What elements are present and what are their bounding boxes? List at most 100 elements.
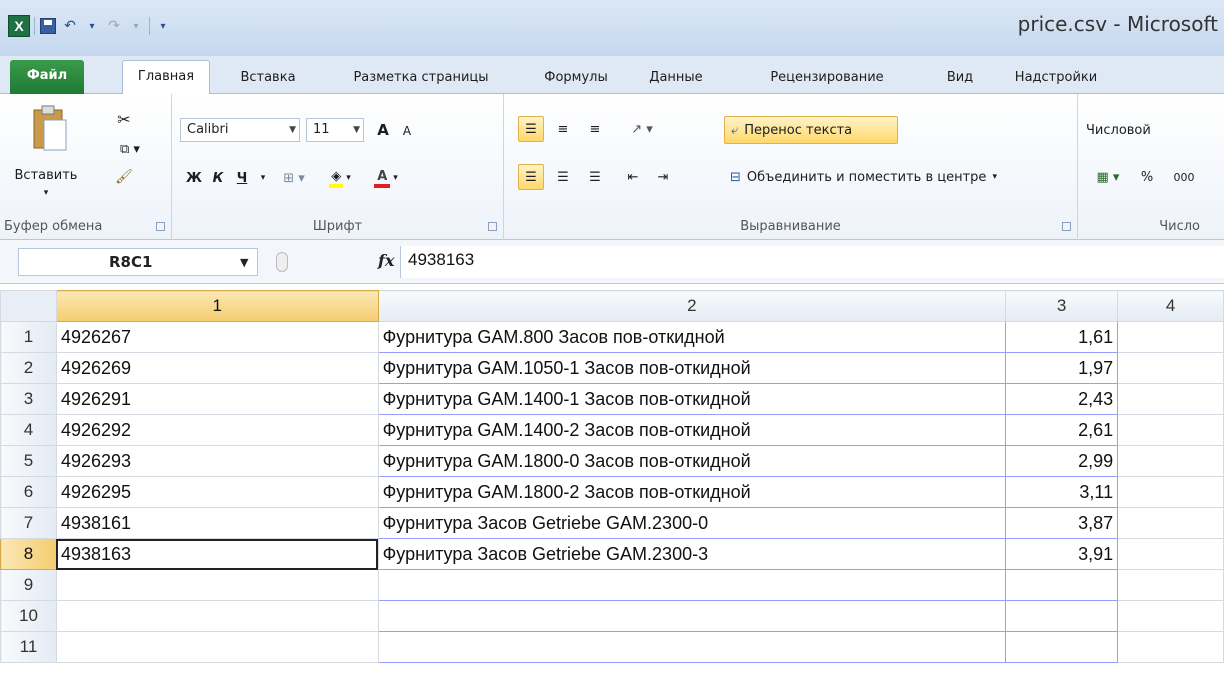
fill-color-button[interactable]: ◈ ▾ [320, 166, 360, 190]
cell-col-2[interactable] [377, 631, 1007, 663]
formula-bar-handle[interactable] [276, 252, 288, 272]
underline-button[interactable]: Ч [232, 166, 252, 190]
formula-input[interactable] [400, 246, 1224, 278]
customize-qat-icon[interactable]: ▾ [154, 15, 172, 37]
number-format-select[interactable]: Числовой [1086, 118, 1222, 142]
cell-col-1[interactable]: 4926293 [55, 445, 379, 477]
cell-col-1[interactable]: 4926291 [55, 383, 379, 415]
name-box[interactable]: R8C1 [18, 248, 258, 276]
cell-col-1[interactable]: 4938161 [55, 507, 379, 539]
cell-col-1[interactable] [55, 631, 379, 663]
italic-button[interactable]: К [208, 166, 228, 190]
excel-icon[interactable]: X [8, 15, 30, 37]
increase-indent-icon[interactable]: ⇥ [650, 164, 676, 190]
name-box-dropdown-icon[interactable]: ▼ [240, 256, 248, 269]
decrease-indent-icon[interactable]: ⇤ [620, 164, 646, 190]
copy-icon[interactable]: ⧉ ▾ [112, 138, 148, 160]
cell-col-2[interactable] [377, 600, 1007, 632]
cell-col-3[interactable]: 2,99 [1005, 445, 1119, 477]
tab-view[interactable]: Вид [934, 64, 986, 94]
paste-button[interactable]: Вставить [6, 168, 86, 183]
row-header[interactable]: 8 [0, 538, 57, 570]
cell-col-3[interactable] [1005, 600, 1119, 632]
cell-col-2[interactable]: Фурнитура GAM.800 Засов пов-откидной [377, 321, 1007, 353]
cell-col-3[interactable]: 1,61 [1005, 321, 1119, 353]
cell-col-4[interactable] [1117, 507, 1224, 539]
cell-col-3[interactable]: 2,43 [1005, 383, 1119, 415]
thousands-button[interactable]: 000 [1166, 164, 1202, 190]
cell-col-2[interactable]: Фурнитура GAM.1400-2 Засов пов-откидной [377, 414, 1007, 446]
cell-col-4[interactable] [1117, 600, 1224, 632]
cell-col-1[interactable]: 4926267 [55, 321, 379, 353]
cell-col-2[interactable]: Фурнитура Засов Getriebe GAM.2300-0 [377, 507, 1007, 539]
row-header[interactable]: 9 [0, 569, 57, 601]
select-all-corner[interactable] [0, 290, 57, 322]
cell-col-3[interactable]: 3,91 [1005, 538, 1119, 570]
borders-icon[interactable]: ⊞ ▾ [276, 166, 312, 190]
row-header[interactable]: 6 [0, 476, 57, 508]
cell-col-4[interactable] [1117, 383, 1224, 415]
cell-col-2[interactable]: Фурнитура GAM.1800-2 Засов пов-откидной [377, 476, 1007, 508]
tab-review[interactable]: Рецензирование [752, 64, 902, 94]
column-header[interactable]: 3 [1005, 290, 1119, 322]
clipboard-launcher-icon[interactable] [156, 222, 165, 231]
cell-col-3[interactable] [1005, 569, 1119, 601]
alignment-launcher-icon[interactable] [1062, 222, 1071, 231]
cell-col-3[interactable]: 3,87 [1005, 507, 1119, 539]
cell-col-4[interactable] [1117, 414, 1224, 446]
align-left-icon[interactable]: ☰ [518, 164, 544, 190]
tab-data[interactable]: Данные [636, 64, 716, 94]
redo-dropdown-icon[interactable]: ▾ [127, 15, 145, 37]
row-header[interactable]: 3 [0, 383, 57, 415]
row-header[interactable]: 7 [0, 507, 57, 539]
tab-formulas[interactable]: Формулы [530, 64, 622, 94]
cell-col-1[interactable] [55, 569, 379, 601]
paste-dropdown-icon[interactable]: ▾ [36, 188, 56, 198]
grow-font-button[interactable]: A [372, 118, 394, 142]
cell-col-2[interactable] [377, 569, 1007, 601]
row-header[interactable]: 2 [0, 352, 57, 384]
accounting-format-icon[interactable]: ▦ ▾ [1086, 164, 1130, 190]
wrap-text-button[interactable]: ⤶ Перенос текста [724, 116, 898, 144]
cell-col-3[interactable]: 1,97 [1005, 352, 1119, 384]
row-header[interactable]: 4 [0, 414, 57, 446]
format-painter-icon[interactable]: 🖌 [112, 166, 136, 188]
paste-icon[interactable] [30, 104, 70, 154]
font-color-button[interactable]: A ▾ [366, 166, 406, 190]
cell-col-1[interactable]: 4926269 [55, 352, 379, 384]
cell-col-2[interactable]: Фурнитура GAM.1800-0 Засов пов-откидной [377, 445, 1007, 477]
cell-col-1[interactable]: 4926292 [55, 414, 379, 446]
align-right-icon[interactable]: ☰ [582, 164, 608, 190]
cut-icon[interactable]: ✂ [112, 108, 136, 130]
font-launcher-icon[interactable] [488, 222, 497, 231]
align-middle-icon[interactable]: ≡ [550, 116, 576, 142]
column-header[interactable]: 2 [377, 290, 1007, 322]
undo-icon[interactable]: ↶ [61, 15, 79, 37]
cell-col-3[interactable]: 3,11 [1005, 476, 1119, 508]
tab-file[interactable]: Файл [10, 60, 84, 94]
cell-col-4[interactable] [1117, 321, 1224, 353]
cell-col-1[interactable]: 4938163 [55, 538, 379, 570]
cell-col-2[interactable]: Фурнитура GAM.1400-1 Засов пов-откидной [377, 383, 1007, 415]
cell-col-3[interactable] [1005, 631, 1119, 663]
cell-col-1[interactable]: 4926295 [55, 476, 379, 508]
underline-dropdown-icon[interactable]: ▾ [256, 166, 270, 190]
row-header[interactable]: 1 [0, 321, 57, 353]
cell-col-3[interactable]: 2,61 [1005, 414, 1119, 446]
cell-col-2[interactable]: Фурнитура Засов Getriebe GAM.2300-3 [377, 538, 1007, 570]
cell-col-4[interactable] [1117, 352, 1224, 384]
align-top-icon[interactable]: ☰ [518, 116, 544, 142]
shrink-font-button[interactable]: A [396, 120, 418, 142]
row-header[interactable]: 10 [0, 600, 57, 632]
bold-button[interactable]: Ж [184, 166, 204, 190]
font-name-select[interactable]: Calibri ▼ [180, 118, 300, 142]
row-header[interactable]: 5 [0, 445, 57, 477]
cell-col-4[interactable] [1117, 569, 1224, 601]
cell-col-1[interactable] [55, 600, 379, 632]
insert-function-icon[interactable]: fx [378, 251, 394, 270]
cell-col-4[interactable] [1117, 445, 1224, 477]
cell-col-4[interactable] [1117, 476, 1224, 508]
column-header[interactable]: 1 [55, 290, 379, 322]
merge-center-button[interactable]: ⊟ Объединить и поместить в центре ▾ [724, 164, 1074, 190]
column-header[interactable]: 4 [1117, 290, 1224, 322]
